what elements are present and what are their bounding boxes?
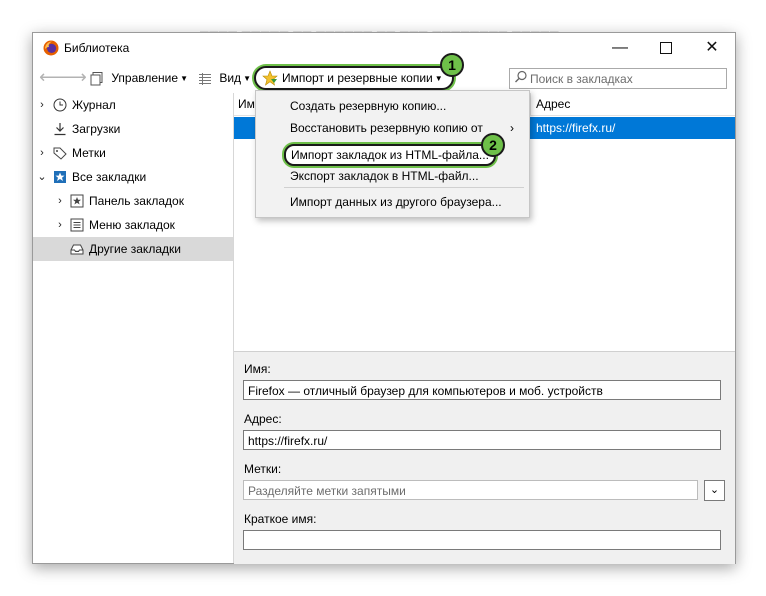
details-pane: Имя: Firefox — отличный браузер для комп…	[234, 351, 735, 564]
star-toolbar-icon	[70, 194, 84, 208]
import-caret-icon: ▼	[434, 73, 443, 83]
sidebar-item-label: Журнал	[72, 98, 116, 112]
title-bar: Библиотека — ✕	[33, 33, 735, 63]
collapse-chevron-icon[interactable]: ⌄	[37, 165, 47, 189]
menu-item-label: Импорт данных из другого браузера...	[290, 195, 502, 209]
submenu-arrow-icon: ›	[510, 121, 514, 135]
step-badge-2: 2	[481, 133, 505, 157]
sidebar-item-all-bookmarks[interactable]: ⌄ Все закладки	[33, 165, 233, 189]
toolbar: ⟵ ⟶ Управление ▼ Вид ▼ Импорт и резервные …	[33, 63, 735, 93]
view-caret-icon: ▼	[243, 73, 251, 83]
window-title: Библиотека	[64, 41, 130, 55]
address-field[interactable]: https://firefx.ru/	[243, 430, 721, 450]
tag-icon	[53, 147, 67, 160]
menu-list-icon	[70, 218, 84, 232]
search-input[interactable]: Поиск в закладках	[509, 68, 727, 89]
column-header-address[interactable]: Адрес	[536, 97, 570, 111]
keyword-label: Краткое имя:	[244, 512, 317, 526]
import-star-icon	[262, 70, 278, 86]
view-label: Вид	[219, 71, 242, 85]
search-placeholder: Поиск в закладках	[530, 72, 633, 86]
expand-chevron-icon[interactable]: ›	[55, 213, 65, 237]
import-backup-label: Импорт и резервные копии	[282, 71, 433, 85]
sidebar-item-label: Метки	[72, 146, 106, 160]
row-address: https://firefx.ru/	[536, 121, 616, 135]
tags-dropdown-button[interactable]: ⌄	[704, 480, 725, 501]
column-divider[interactable]	[530, 93, 531, 115]
chevron-down-icon: ⌄	[709, 484, 720, 496]
tags-label: Метки:	[244, 462, 282, 476]
tags-field[interactable]: Разделяйте метки запятыми	[243, 480, 698, 500]
menu-item-import-other-browser[interactable]: Импорт данных из другого браузера...	[256, 191, 529, 213]
sidebar-item-other-bookmarks[interactable]: Другие закладки	[33, 237, 233, 261]
tray-icon	[70, 244, 84, 255]
organize-icon	[90, 71, 103, 86]
step-badge-1: 1	[440, 53, 464, 77]
menu-separator	[284, 187, 524, 188]
sidebar-item-label: Другие закладки	[89, 242, 181, 256]
close-icon: ✕	[705, 39, 719, 56]
manage-button[interactable]: Управление ▼	[89, 68, 188, 88]
menu-item-label: Импорт закладок из HTML-файла...	[284, 144, 496, 166]
manage-label: Управление	[111, 71, 179, 85]
close-button[interactable]: ✕	[689, 33, 735, 63]
expand-chevron-icon[interactable]: ›	[37, 93, 47, 117]
view-button[interactable]: Вид ▼	[197, 68, 251, 88]
sidebar-item-label: Меню закладок	[89, 218, 175, 232]
menu-item-create-backup[interactable]: Создать резервную копию...	[256, 95, 529, 117]
name-field[interactable]: Firefox — отличный браузер для компьютер…	[243, 380, 721, 400]
menu-item-label: Экспорт закладок в HTML-файл...	[290, 169, 479, 183]
view-list-icon	[199, 72, 211, 85]
sidebar-item-history[interactable]: › Журнал	[33, 93, 233, 117]
sidebar-item-bookmarks-menu[interactable]: › Меню закладок	[33, 213, 233, 237]
menu-item-label: Восстановить резервную копию от	[290, 121, 483, 135]
sidebar-item-tags[interactable]: › Метки	[33, 141, 233, 165]
name-label: Имя:	[244, 362, 271, 376]
manage-caret-icon: ▼	[180, 73, 188, 83]
minimize-button[interactable]: —	[597, 33, 643, 63]
library-window: Библиотека — ✕ ⟵ ⟶ Управление ▼ Вид ▼ Им…	[32, 32, 736, 564]
sidebar-tree: › Журнал Загрузки › Метки ⌄ Все закладки…	[33, 93, 233, 563]
download-icon	[54, 123, 66, 136]
star-folder-icon	[54, 171, 66, 183]
forward-arrow-icon[interactable]: ⟶	[61, 67, 87, 87]
expand-chevron-icon[interactable]: ›	[55, 189, 65, 213]
sidebar-item-label: Все закладки	[72, 170, 147, 184]
column-header-name[interactable]: Им	[238, 97, 255, 111]
firefox-icon	[43, 40, 59, 56]
keyword-field[interactable]	[243, 530, 721, 550]
expand-chevron-icon[interactable]: ›	[37, 141, 47, 165]
sidebar-item-downloads[interactable]: Загрузки	[33, 117, 233, 141]
maximize-button[interactable]	[643, 33, 689, 63]
maximize-icon	[660, 41, 672, 54]
sidebar-item-label: Загрузки	[72, 122, 121, 136]
sidebar-item-bookmarks-toolbar[interactable]: › Панель закладок	[33, 189, 233, 213]
import-backup-button[interactable]: Импорт и резервные копии ▼	[254, 66, 454, 90]
address-label: Адрес:	[244, 412, 282, 426]
minimize-icon: —	[612, 39, 628, 56]
menu-item-label: Создать резервную копию...	[290, 99, 447, 113]
clock-icon	[53, 98, 67, 112]
menu-item-export-html[interactable]: Экспорт закладок в HTML-файл...	[256, 165, 529, 187]
sidebar-item-label: Панель закладок	[89, 194, 184, 208]
search-icon	[515, 70, 527, 83]
